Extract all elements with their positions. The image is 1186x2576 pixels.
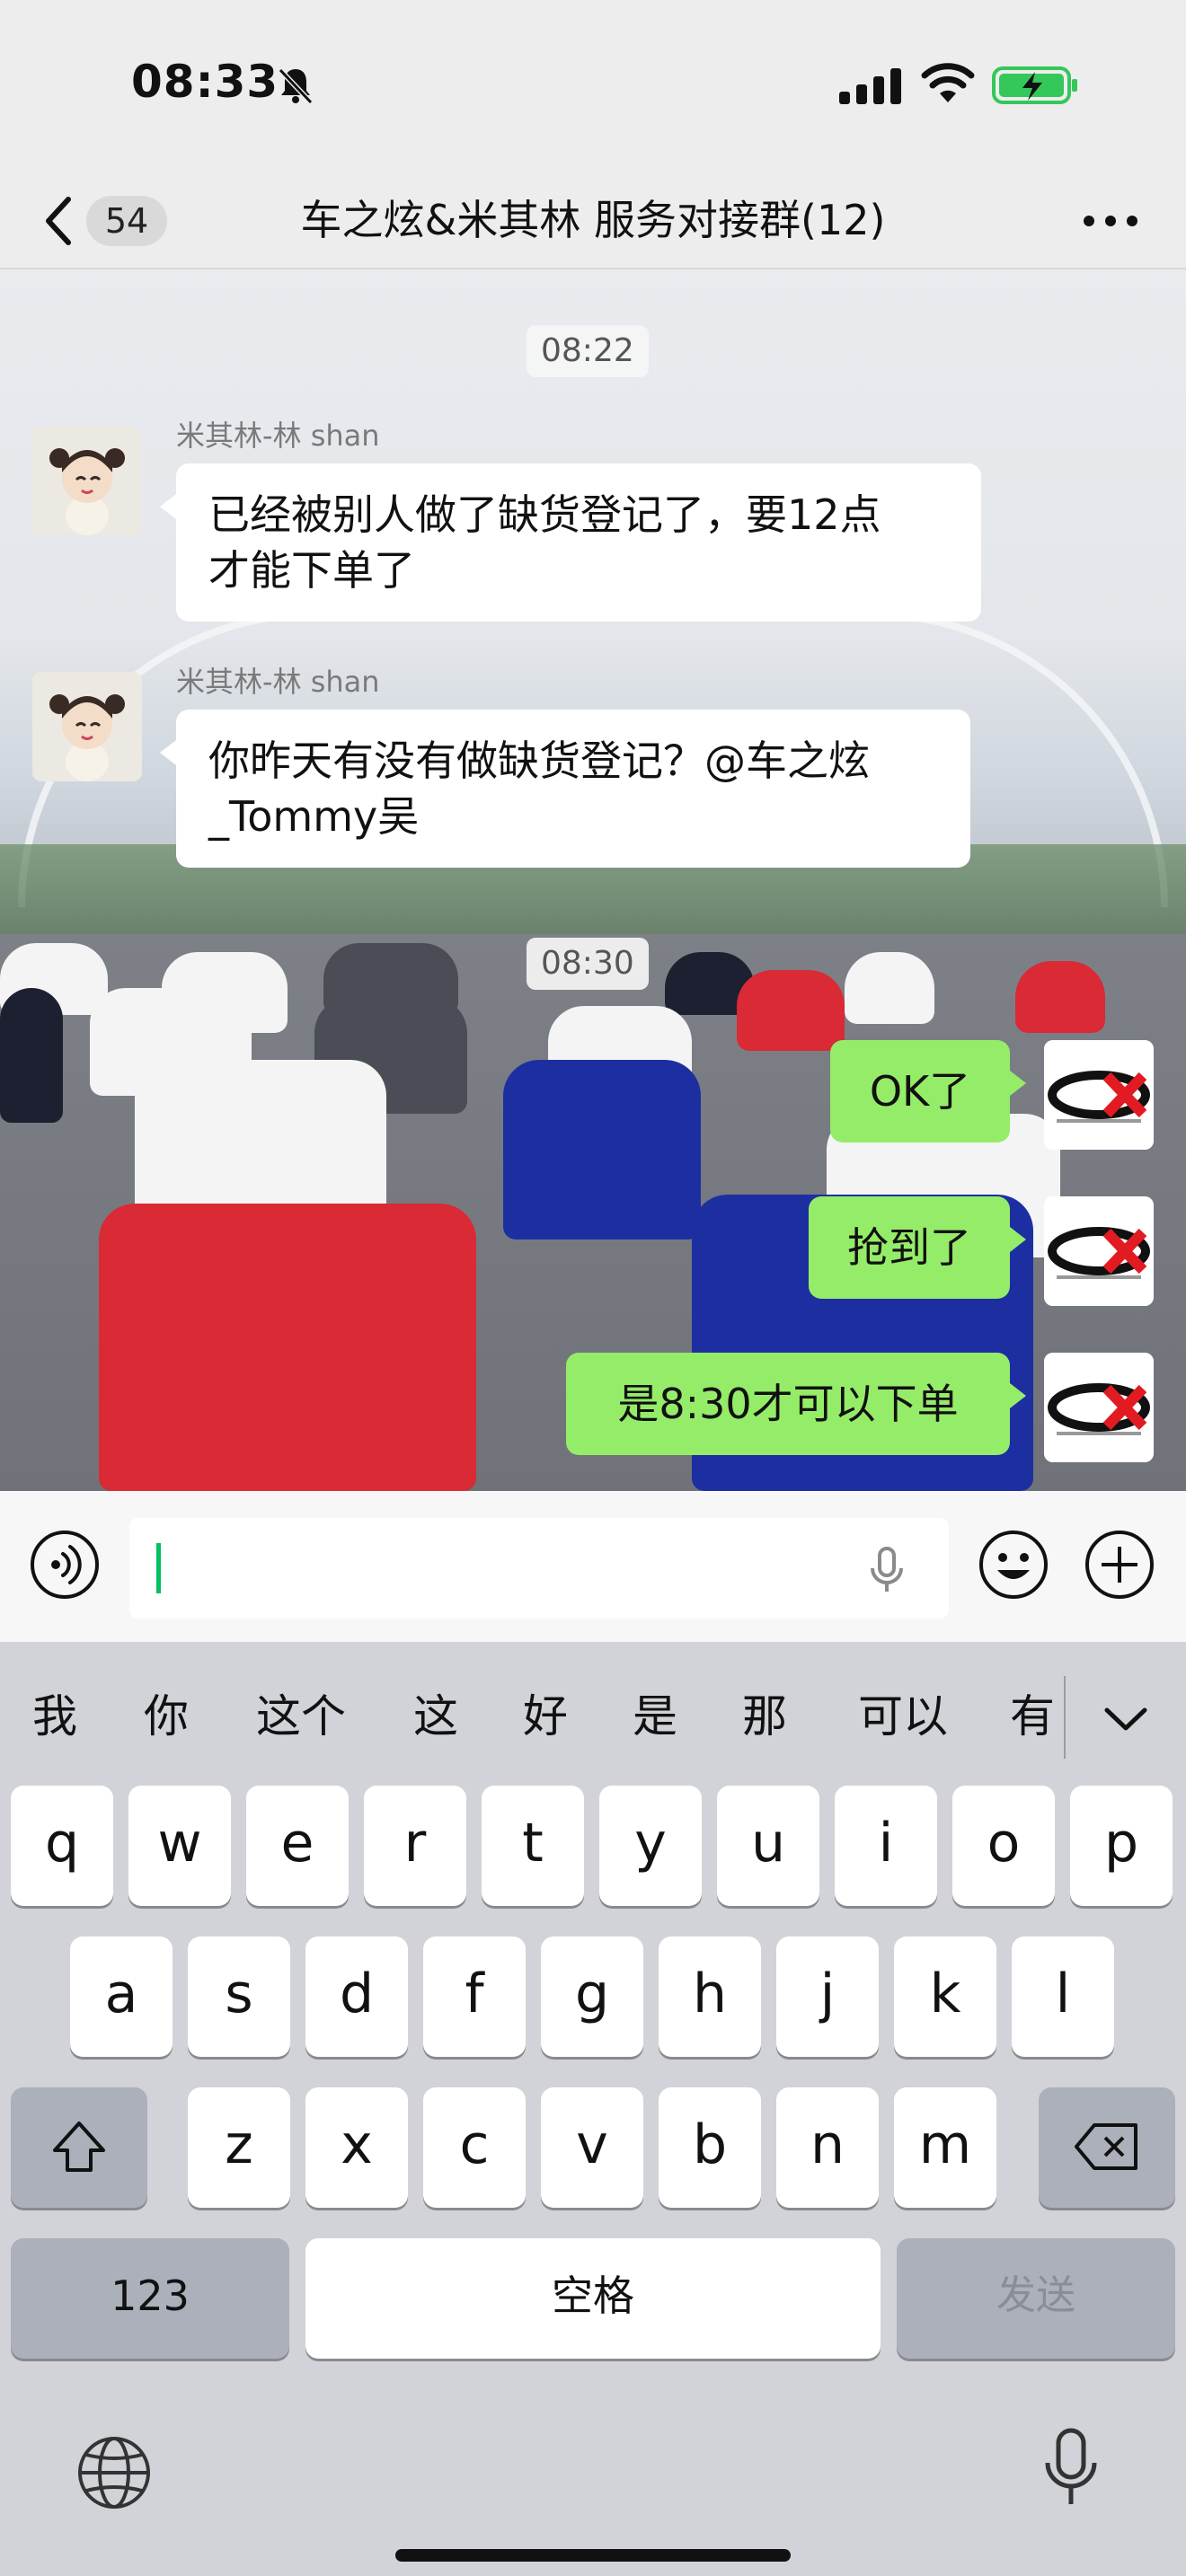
candidate-word[interactable]: 这个	[243, 1642, 359, 1791]
shift-icon	[53, 2122, 105, 2172]
wallpaper-car	[0, 988, 63, 1123]
wallpaper-car	[503, 1060, 701, 1239]
emoji-icon[interactable]	[978, 1529, 1049, 1601]
time-divider: 08:22	[527, 325, 649, 377]
candidate-bar: 我 你 这个 这 好 是 那 可以 有	[0, 1642, 1186, 1791]
space-key[interactable]: 空格	[305, 2238, 881, 2359]
candidate-word[interactable]: 可以	[845, 1642, 961, 1791]
key-h[interactable]: h	[659, 1936, 761, 2057]
candidate-word[interactable]: 好	[510, 1642, 580, 1791]
avatar[interactable]	[32, 672, 142, 781]
home-indicator	[395, 2549, 791, 2562]
key-b[interactable]: b	[659, 2087, 761, 2208]
key-r[interactable]: r	[364, 1786, 466, 1906]
more-icon[interactable]	[1075, 190, 1146, 250]
incoming-message-bubble[interactable]: 已经被别人做了缺货登记了，要12点 才能下单了	[160, 463, 981, 622]
avatar[interactable]	[1044, 1040, 1154, 1150]
candidate-word[interactable]: 有	[997, 1642, 1067, 1791]
status-time: 08:33	[131, 56, 279, 108]
avatar[interactable]	[1044, 1196, 1154, 1306]
battery-charging-icon	[992, 66, 1077, 104]
key-z[interactable]: z	[188, 2087, 290, 2208]
key-m[interactable]: m	[894, 2087, 996, 2208]
sender-name: 米其林-林 shan	[176, 419, 380, 453]
key-p[interactable]: p	[1070, 1786, 1173, 1906]
keyboard: 我 你 这个 这 好 是 那 可以 有 q w e r t y u i o p …	[0, 1642, 1186, 2576]
key-s[interactable]: s	[188, 1936, 290, 2057]
wallpaper-car	[1015, 961, 1105, 1033]
signal-icon	[839, 68, 901, 104]
key-i[interactable]: i	[835, 1786, 937, 1906]
delete-icon	[1075, 2123, 1137, 2170]
status-bar: 08:33	[0, 0, 1186, 171]
bell-slash-icon	[278, 67, 314, 105]
avatar-image	[32, 426, 142, 535]
outgoing-message-bubble[interactable]: 抢到了	[809, 1196, 1026, 1299]
key-n[interactable]: n	[776, 2087, 879, 2208]
unread-badge: 54	[86, 196, 167, 246]
candidate-divider	[1064, 1676, 1066, 1759]
send-key[interactable]: 发送	[897, 2238, 1175, 2359]
time-divider: 08:30	[527, 938, 649, 990]
key-l[interactable]: l	[1012, 1936, 1114, 2057]
avatar[interactable]	[32, 426, 142, 535]
text-caret	[156, 1543, 161, 1593]
avatar-image	[32, 672, 142, 781]
delete-key[interactable]	[1039, 2087, 1175, 2208]
key-c[interactable]: c	[423, 2087, 526, 2208]
key-w[interactable]: w	[128, 1786, 231, 1906]
company-logo-icon	[1044, 1353, 1154, 1462]
message-input[interactable]	[129, 1518, 949, 1619]
key-y[interactable]: y	[599, 1786, 702, 1906]
key-d[interactable]: d	[305, 1936, 408, 2057]
message-line: 才能下单了	[208, 546, 415, 595]
message-line: _Tommy吴	[208, 792, 420, 841]
key-a[interactable]: a	[70, 1936, 173, 2057]
input-bar	[0, 1491, 1186, 1642]
key-o[interactable]: o	[952, 1786, 1055, 1906]
plus-icon[interactable]	[1084, 1529, 1155, 1601]
key-v[interactable]: v	[541, 2087, 643, 2208]
key-e[interactable]: e	[246, 1786, 349, 1906]
key-x[interactable]: x	[305, 2087, 408, 2208]
message-line: 已经被别人做了缺货登记了，要12点	[208, 490, 881, 539]
key-g[interactable]: g	[541, 1936, 643, 2057]
dictation-icon[interactable]	[1042, 2425, 1100, 2511]
candidate-word[interactable]: 是	[620, 1642, 690, 1791]
wallpaper-car	[99, 1204, 476, 1491]
outgoing-message-bubble[interactable]: OK了	[830, 1040, 1026, 1142]
incoming-message-bubble[interactable]: 你昨天有没有做缺货登记？@车之炫 _Tommy吴	[160, 710, 970, 868]
outgoing-message-bubble[interactable]: 是8:30才可以下单	[566, 1353, 1026, 1455]
chat-messages[interactable]: 08:22 米其林-林 shan 已经被别人做了缺货登记了，要12点 才能下单了	[0, 269, 1186, 1491]
key-f[interactable]: f	[423, 1936, 526, 2057]
key-q[interactable]: q	[11, 1786, 113, 1906]
candidate-word[interactable]: 这	[401, 1642, 471, 1791]
voice-icon[interactable]	[29, 1529, 101, 1601]
chat-header: 车之炫&米其林 服务对接群(12) 54	[0, 171, 1186, 269]
wifi-icon	[921, 63, 975, 102]
key-u[interactable]: u	[717, 1786, 819, 1906]
message-line: 你昨天有没有做缺货登记？@车之炫	[208, 737, 870, 785]
wallpaper-car	[737, 970, 845, 1051]
key-j[interactable]: j	[776, 1936, 879, 2057]
sender-name: 米其林-林 shan	[176, 665, 380, 699]
company-logo-icon	[1044, 1040, 1154, 1150]
key-t[interactable]: t	[482, 1786, 584, 1906]
back-button[interactable]: 54	[36, 181, 180, 259]
candidate-word[interactable]: 我	[20, 1642, 90, 1791]
mic-icon[interactable]	[866, 1545, 907, 1595]
wallpaper-car	[845, 952, 934, 1024]
globe-icon[interactable]	[74, 2432, 155, 2513]
candidate-word[interactable]: 那	[730, 1642, 800, 1791]
avatar[interactable]	[1044, 1353, 1154, 1462]
numbers-key[interactable]: 123	[11, 2238, 289, 2359]
collapse-chevron-icon[interactable]	[1096, 1689, 1155, 1748]
shift-key[interactable]	[11, 2087, 147, 2208]
company-logo-icon	[1044, 1196, 1154, 1306]
back-chevron-icon	[46, 197, 71, 245]
candidate-word[interactable]: 你	[131, 1642, 201, 1791]
key-k[interactable]: k	[894, 1936, 996, 2057]
